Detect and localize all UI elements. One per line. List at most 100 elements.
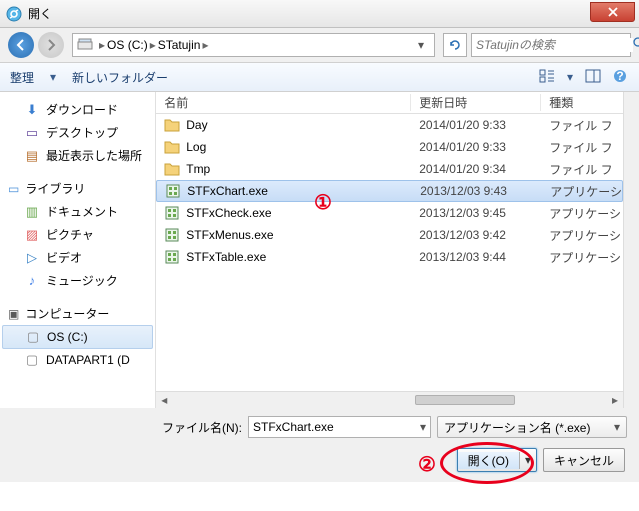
exe-icon	[164, 249, 180, 265]
column-type[interactable]: 種類	[541, 94, 623, 111]
sidebar-drive-c[interactable]: OS (C:)	[2, 325, 153, 349]
chevron-right-icon: ▸	[97, 38, 107, 52]
chevron-down-icon[interactable]: ▾	[520, 453, 536, 467]
breadcrumb-dropdown[interactable]: ▾	[412, 38, 430, 52]
horizontal-scrollbar[interactable]: ◂▸	[156, 391, 623, 408]
drive-icon	[77, 36, 93, 55]
file-date: 2013/12/03 9:45	[411, 206, 541, 220]
navigation-bar: ▸ OS (C:) ▸ STatujin ▸ ▾	[0, 28, 639, 62]
breadcrumb-drive[interactable]: OS (C:)	[107, 38, 148, 52]
file-name: Day	[186, 118, 207, 132]
file-row[interactable]: STFxCheck.exe 2013/12/03 9:45アプリケーシ	[156, 202, 623, 224]
chevron-right-icon: ▸	[148, 38, 158, 52]
open-button[interactable]: 開く(O) ▾	[457, 448, 537, 472]
file-name: Log	[186, 140, 206, 154]
sidebar-recent[interactable]: 最近表示した場所	[0, 144, 155, 167]
file-date: 2014/01/20 9:33	[411, 140, 541, 154]
breadcrumb-folder[interactable]: STatujin	[158, 38, 201, 52]
close-icon	[607, 7, 619, 17]
file-row[interactable]: STFxTable.exe 2013/12/03 9:44アプリケーシ	[156, 246, 623, 268]
sidebar-drive-d[interactable]: DATAPART1 (D	[0, 349, 155, 371]
sidebar-computer-head[interactable]: コンピューター	[0, 302, 155, 325]
file-date: 2014/01/20 9:33	[411, 118, 541, 132]
file-type: アプリケーシ	[541, 205, 623, 222]
desktop-icon	[24, 125, 40, 141]
address-bar[interactable]: ▸ OS (C:) ▸ STatujin ▸ ▾	[72, 33, 435, 57]
file-name: Tmp	[186, 162, 210, 176]
search-icon	[633, 37, 639, 53]
folder-icon	[164, 161, 180, 177]
view-mode-button[interactable]	[537, 67, 557, 88]
exe-icon	[164, 205, 180, 221]
filename-combo[interactable]: STFxChart.exe ▾	[248, 416, 431, 438]
chevron-down-icon[interactable]: ▾	[420, 420, 426, 434]
refresh-icon	[448, 38, 462, 52]
folder-icon	[164, 117, 180, 133]
search-input[interactable]	[476, 38, 633, 52]
file-date: 2013/12/03 9:43	[412, 184, 542, 198]
drive-icon	[24, 352, 40, 368]
file-list-header: 名前 更新日時 種類	[156, 92, 623, 114]
refresh-button[interactable]	[443, 33, 467, 57]
file-type: アプリケーシ	[541, 227, 623, 244]
chevron-down-icon: ▾	[565, 68, 575, 86]
sidebar: ダウンロード デスクトップ 最近表示した場所 ライブラリ ドキュメント ピクチャ…	[0, 92, 156, 408]
organize-button[interactable]: 整理	[10, 69, 34, 86]
window-title: 開く	[28, 5, 590, 22]
file-row[interactable]: Day 2014/01/20 9:33ファイル フ	[156, 114, 623, 136]
toolbar: 整理 ▾ 新しいフォルダー ▾ ?	[0, 62, 639, 92]
file-type: ファイル フ	[541, 139, 623, 156]
file-row[interactable]: STFxChart.exe2013/12/03 9:43アプリケーシ	[156, 180, 623, 202]
help-button[interactable]: ?	[611, 67, 629, 88]
sidebar-music[interactable]: ミュージック	[0, 269, 155, 292]
sidebar-documents[interactable]: ドキュメント	[0, 200, 155, 223]
file-date: 2013/12/03 9:42	[411, 228, 541, 242]
recent-icon	[24, 148, 40, 164]
new-folder-button[interactable]: 新しいフォルダー	[72, 69, 168, 86]
file-date: 2013/12/03 9:44	[411, 250, 541, 264]
nav-back-button[interactable]	[8, 32, 34, 58]
arrow-right-icon	[44, 38, 58, 52]
chevron-down-icon[interactable]: ▾	[614, 420, 620, 434]
chevron-right-icon: ▸	[200, 38, 210, 52]
cancel-button[interactable]: キャンセル	[543, 448, 625, 472]
column-name[interactable]: 名前	[156, 94, 411, 111]
download-icon	[24, 102, 40, 118]
filename-value[interactable]: STFxChart.exe	[253, 420, 420, 434]
document-icon	[24, 204, 40, 220]
music-icon	[24, 273, 40, 289]
svg-text:?: ?	[616, 69, 623, 83]
file-name: STFxTable.exe	[186, 250, 266, 264]
file-name: STFxMenus.exe	[186, 228, 273, 242]
file-date: 2014/01/20 9:34	[411, 162, 541, 176]
sidebar-desktop[interactable]: デスクトップ	[0, 121, 155, 144]
file-name: STFxCheck.exe	[186, 206, 271, 220]
drive-icon	[25, 329, 41, 345]
close-button[interactable]	[590, 2, 635, 22]
file-name: STFxChart.exe	[187, 184, 268, 198]
exe-icon	[164, 227, 180, 243]
sidebar-downloads[interactable]: ダウンロード	[0, 98, 155, 121]
nav-forward-button[interactable]	[38, 32, 64, 58]
preview-pane-button[interactable]	[583, 67, 603, 88]
file-type: アプリケーシ	[541, 249, 623, 266]
sidebar-videos[interactable]: ビデオ	[0, 246, 155, 269]
toolbar-dropdown-icon: ▾	[50, 70, 56, 84]
column-date[interactable]: 更新日時	[411, 94, 541, 111]
file-list[interactable]: 名前 更新日時 種類 Day2014/01/20 9:33ファイル フLog20…	[156, 92, 623, 408]
sidebar-pictures[interactable]: ピクチャ	[0, 223, 155, 246]
exe-icon	[165, 183, 181, 199]
search-box[interactable]	[471, 33, 631, 57]
filetype-filter-combo[interactable]: アプリケーション名 (*.exe) ▾	[437, 416, 627, 438]
filename-label: ファイル名(N):	[162, 419, 242, 436]
file-row[interactable]: Tmp 2014/01/20 9:34ファイル フ	[156, 158, 623, 180]
sidebar-libraries-head[interactable]: ライブラリ	[0, 177, 155, 200]
file-row[interactable]: STFxMenus.exe 2013/12/03 9:42アプリケーシ	[156, 224, 623, 246]
app-icon	[6, 6, 22, 22]
file-row[interactable]: Log 2014/01/20 9:33ファイル フ	[156, 136, 623, 158]
filter-value: アプリケーション名 (*.exe)	[444, 419, 614, 436]
file-type: ファイル フ	[541, 161, 623, 178]
vertical-scrollbar[interactable]	[623, 92, 639, 408]
video-icon	[24, 250, 40, 266]
file-type: ファイル フ	[541, 117, 623, 134]
